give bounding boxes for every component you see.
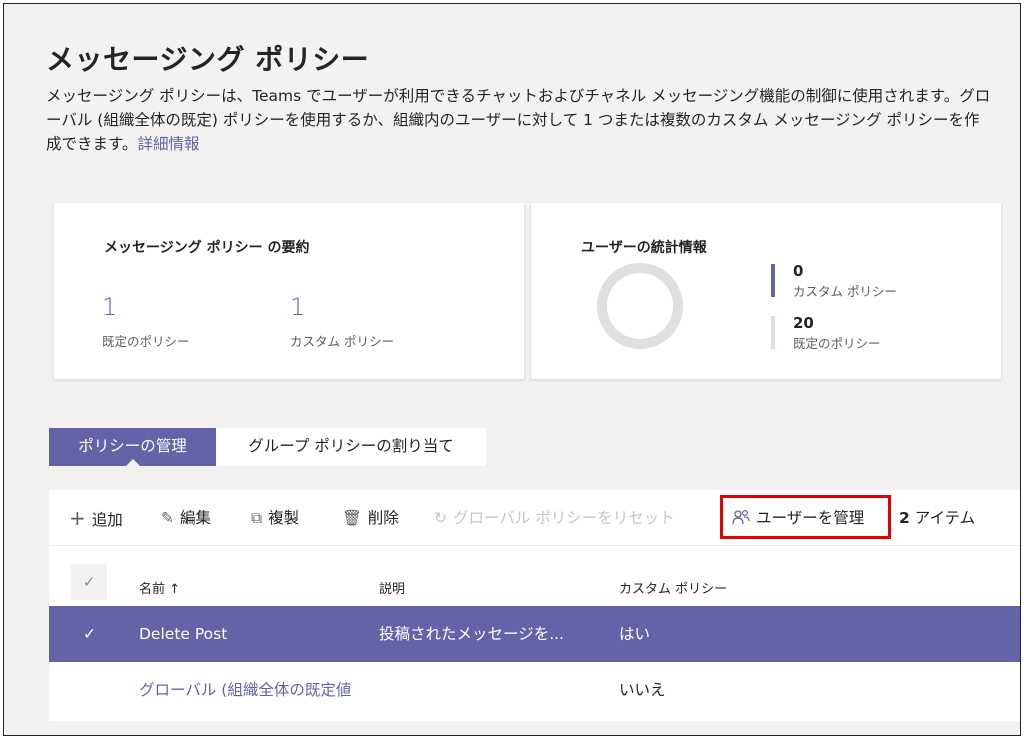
add-button-label: 追加 [91,511,123,529]
user-stats-title: ユーザーの統計情報 [581,240,707,256]
trash-icon: 🗑︎ [342,509,362,527]
table-header: ✓ [49,546,1020,604]
summary-card-title: メッセージング ポリシー の要約 [104,240,310,256]
toolbar: + 追加 ✎ 編集 ⧉ 複製 🗑︎ 削除 ↻ グローバル ポリシーをリセット ユ… [49,490,1020,546]
page-description: メッセージング ポリシーは、Teams でユーザーが利用できるチャットおよびチャ… [46,84,991,156]
user-stats-card: ユーザーの統計情報 0 カスタム ポリシー 20 既定のポリシー [531,203,1001,379]
row-name[interactable]: Delete Post [139,606,359,662]
app-frame: メッセージング ポリシー メッセージング ポリシーは、Teams でユーザーが利… [3,3,1021,736]
column-header-description[interactable]: 説明 [379,578,405,597]
reset-icon: ↻ [434,509,447,527]
user-stats-donut-chart [597,263,683,349]
legend-default-count: 20 [793,314,814,332]
page-title: メッセージング ポリシー [46,43,370,76]
duplicate-button[interactable]: ⧉ 複製 [251,490,299,546]
select-all-checkbox[interactable]: ✓ [71,564,107,600]
pencil-icon: ✎ [161,509,174,527]
row-checkmark-icon[interactable]: ✓ [83,606,96,662]
legend-custom-count: 0 [793,262,804,280]
tab-manage-policies[interactable]: ポリシーの管理 [49,428,216,466]
column-header-custom-policy[interactable]: カスタム ポリシー [619,578,727,597]
edit-button-label: 編集 [180,509,212,527]
row-custom-policy: いいえ [619,681,666,699]
legend-default-bar [771,316,775,349]
item-count-label: アイテム [914,509,976,527]
tab-group-policy-assignment[interactable]: グループ ポリシーの割り当て [216,428,486,466]
legend-custom-label: カスタム ポリシー [793,284,897,299]
row-description: 投稿されたメッセージを... [379,625,564,643]
row-custom-policy: はい [619,625,651,643]
custom-policy-label: カスタム ポリシー [290,334,394,349]
table-row[interactable]: ✓ Delete Post 投稿されたメッセージを... はい [49,606,1020,662]
table-row[interactable]: グローバル (組織全体の既定値 いいえ [49,662,1020,718]
summary-card: メッセージング ポリシー の要約 1 既定のポリシー 1 カスタム ポリシー [54,203,524,379]
copy-icon: ⧉ [251,509,263,527]
delete-button[interactable]: 🗑︎ 削除 [342,490,399,546]
item-count: 2 アイテム [899,490,975,546]
reset-global-policy-button[interactable]: ↻ グローバル ポリシーをリセット [434,490,675,546]
add-button[interactable]: + 追加 [69,490,123,546]
edit-button[interactable]: ✎ 編集 [161,490,211,546]
default-policy-label: 既定のポリシー [102,334,190,349]
delete-button-label: 削除 [367,509,399,527]
duplicate-button-label: 複製 [268,509,300,527]
custom-policy-count: 1 [290,293,306,321]
policy-list-panel: + 追加 ✎ 編集 ⧉ 複製 🗑︎ 削除 ↻ グローバル ポリシーをリセット ユ… [49,490,1020,721]
legend-default-label: 既定のポリシー [793,336,881,351]
legend-custom-bar [771,264,775,297]
highlight-callout-box [720,495,891,539]
column-header-name[interactable]: 名前 ↑ [139,578,180,597]
column-name-label: 名前 [139,582,166,597]
row-name-link[interactable]: グローバル (組織全体の既定値 [139,662,369,718]
default-policy-count: 1 [102,293,118,321]
learn-more-link[interactable]: 詳細情報 [137,135,199,153]
sort-ascending-icon: ↑ [169,582,181,597]
reset-global-policy-label: グローバル ポリシーをリセット [453,509,675,527]
item-count-number: 2 [899,509,910,527]
plus-icon: + [69,506,86,530]
policy-tabs: ポリシーの管理 グループ ポリシーの割り当て [49,428,486,466]
